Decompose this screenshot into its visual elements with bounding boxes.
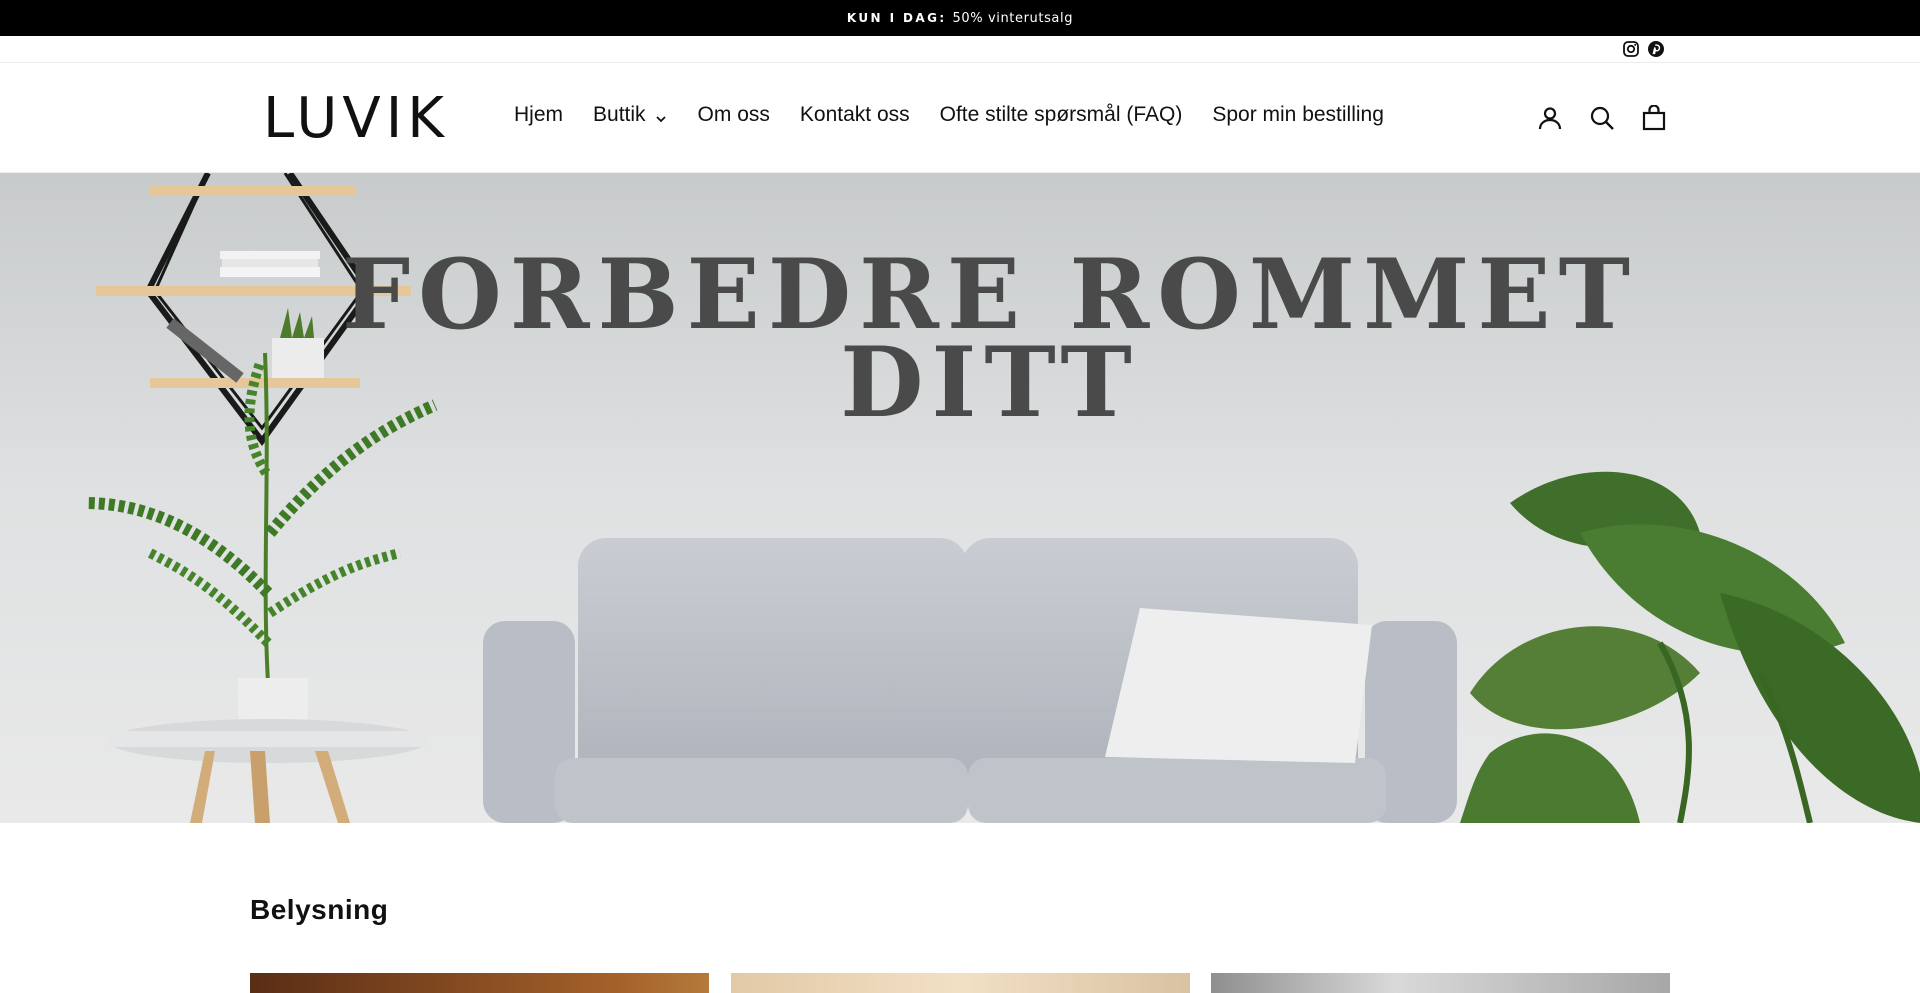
instagram-icon[interactable]: [1622, 40, 1640, 58]
product-card[interactable]: [731, 973, 1190, 993]
nav-item-kontakt-oss[interactable]: Kontakt oss: [800, 103, 910, 127]
nav-item-label: Om oss: [697, 103, 770, 126]
header-actions: [1537, 104, 1667, 131]
hero-banner[interactable]: FORBEDRE ROMMET DITT: [0, 173, 1920, 823]
pinterest-icon[interactable]: [1647, 40, 1665, 58]
account-icon[interactable]: [1537, 105, 1563, 131]
nav-item-label: Ofte stilte spørsmål (FAQ): [939, 103, 1183, 126]
nav-item-buttik[interactable]: Buttik: [593, 103, 668, 127]
product-card[interactable]: [1211, 973, 1670, 993]
hero-title-line2: DITT: [840, 326, 1140, 439]
nav-item-label: Spor min bestilling: [1212, 103, 1384, 126]
hero-title: FORBEDRE ROMMET DITT: [0, 247, 1920, 431]
announcement-bar[interactable]: KUN I DAG: 50% vinterutsalg: [0, 0, 1920, 36]
utility-bar: [0, 36, 1920, 63]
site-header: LUVIK Hjem Buttik Om oss Kontakt oss Oft…: [0, 63, 1920, 173]
collection-section: Belysning: [0, 823, 1920, 993]
nav-item-om-oss[interactable]: Om oss: [698, 103, 770, 127]
social-links: [1622, 40, 1665, 58]
nav-item-label: Buttik: [593, 103, 646, 126]
cart-icon[interactable]: [1641, 104, 1667, 131]
nav-item-spor-bestilling[interactable]: Spor min bestilling: [1212, 103, 1384, 127]
sofa: [483, 538, 1457, 823]
search-icon[interactable]: [1589, 105, 1615, 131]
nav-item-label: Kontakt oss: [799, 103, 910, 126]
nav-item-hjem[interactable]: Hjem: [514, 103, 563, 127]
chevron-down-icon: [654, 108, 668, 123]
announcement-text: 50% vinterutsalg: [952, 10, 1074, 26]
nav-item-label: Hjem: [514, 103, 564, 126]
site-logo[interactable]: LUVIK: [263, 91, 449, 147]
nav-item-faq[interactable]: Ofte stilte spørsmål (FAQ): [940, 103, 1183, 127]
main-navigation: Hjem Buttik Om oss Kontakt oss Ofte stil…: [514, 103, 1384, 127]
collection-title: Belysning: [250, 894, 389, 925]
announcement-label: KUN I DAG:: [846, 11, 947, 25]
product-card[interactable]: [250, 973, 709, 993]
